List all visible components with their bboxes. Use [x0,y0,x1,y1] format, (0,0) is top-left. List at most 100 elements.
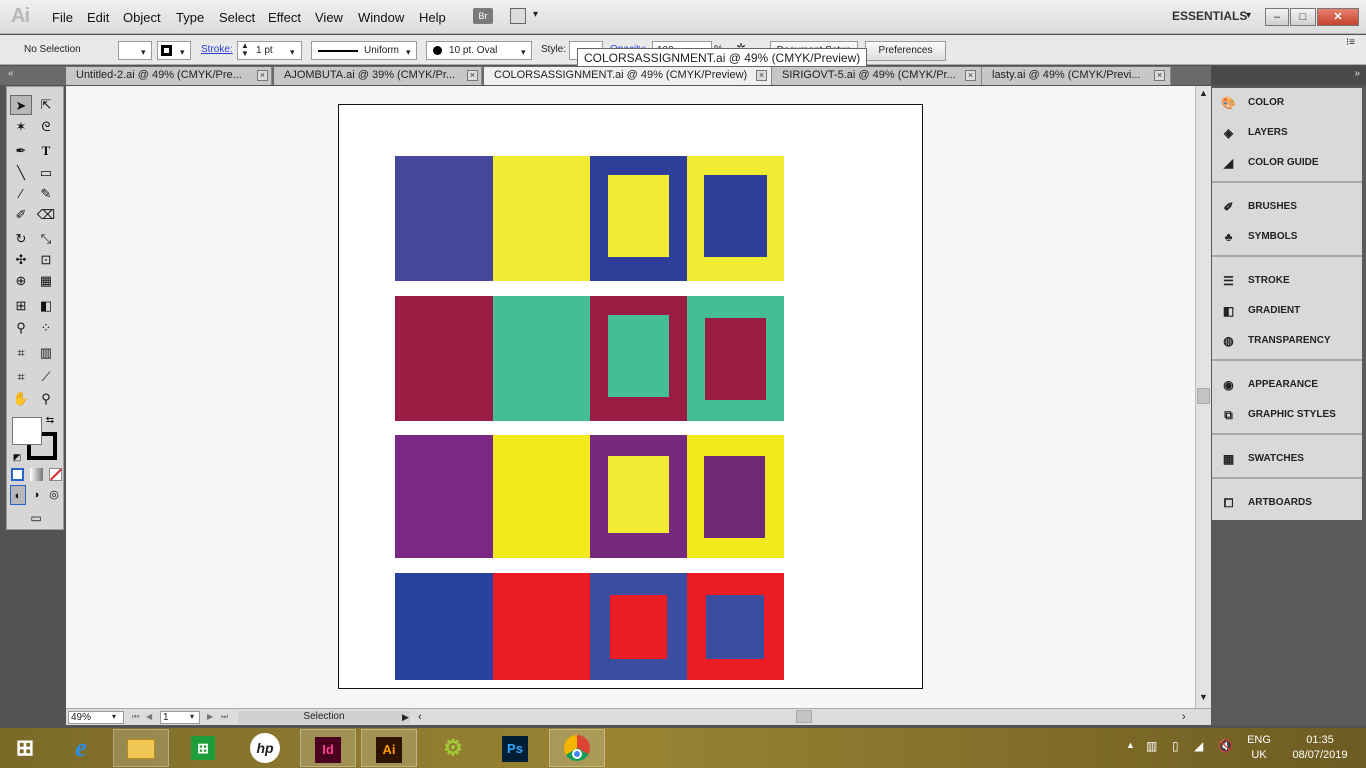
eyedropper-tool-icon[interactable]: ⚲ [10,318,32,338]
chevron-down-icon[interactable]: ▾ [190,711,194,724]
swap-colors-icon[interactable]: ⇆ [43,411,57,431]
screen-mode-icon[interactable]: ▭ [24,508,48,528]
close-tab-icon[interactable]: × [257,70,268,81]
free-transform-tool-icon[interactable]: ⊡ [35,250,57,270]
panel-symbols[interactable]: ♣ SYMBOLS [1212,223,1362,251]
panel-swatches[interactable]: ▦ SWATCHES [1212,445,1362,473]
tab-ajombuta[interactable]: AJOMBUTA.ai @ 39% (CMYK/Pr... × [274,67,482,85]
swatch-solid[interactable] [493,296,590,421]
gradient-mode-icon[interactable] [30,468,43,481]
internet-explorer-icon[interactable]: e [53,729,109,767]
menu-type[interactable]: Type [176,10,204,25]
close-tab-icon[interactable]: × [1154,70,1165,81]
menu-edit[interactable]: Edit [87,10,109,25]
network-icon[interactable]: ▥ [1146,739,1157,753]
warp-tool-icon[interactable]: ✣ [10,250,32,270]
menu-help[interactable]: Help [419,10,446,25]
slice-tool-icon[interactable]: ⟋ [35,367,57,387]
stroke-label[interactable]: Stroke: [201,44,233,55]
panel-layers[interactable]: ◈ LAYERS [1212,119,1362,147]
symbol-sprayer-tool-icon[interactable]: ⌗ [10,343,32,363]
rectangle-tool-icon[interactable]: ▭ [35,163,57,183]
draw-inside-icon[interactable]: ◎ [46,485,62,505]
stroke-swatch[interactable]: ▾ [157,41,191,60]
type-tool-icon[interactable]: T [35,141,57,161]
close-tab-icon[interactable]: × [467,70,478,81]
stepper-icon[interactable]: ▲ ▼ [241,42,249,58]
close-tab-icon[interactable]: × [965,70,976,81]
status-tool[interactable]: Selection [238,711,410,724]
panel-color-guide[interactable]: ◢ COLOR GUIDE [1212,149,1362,177]
perspective-grid-tool-icon[interactable]: ▦ [35,271,57,291]
swatch-inner[interactable] [704,456,765,538]
swatch-inner[interactable] [610,595,667,659]
close-tab-icon[interactable]: × [756,70,767,81]
illustrator-icon[interactable]: Ai [361,729,417,767]
gradient-tool-icon[interactable]: ◧ [35,296,57,316]
column-graph-tool-icon[interactable]: ▥ [35,343,57,363]
workspace-switcher[interactable]: ESSENTIALS [1172,9,1247,23]
panel-gradient[interactable]: ◧ GRADIENT [1212,297,1362,325]
swatch-solid[interactable] [395,296,493,421]
swatch-inner[interactable] [705,318,766,400]
tab-sirigovt-5[interactable]: SIRIGOVT-5.ai @ 49% (CMYK/Pr... × [772,67,982,85]
chrome-icon[interactable] [549,729,605,767]
tab-untitled-2[interactable]: Untitled-2.ai @ 49% (CMYK/Pre... × [66,67,272,85]
chevron-down-icon[interactable]: ▾ [533,9,538,20]
brush-definition[interactable]: 10 pt. Oval ▾ [426,41,532,60]
shape-builder-tool-icon[interactable]: ⊕ [10,271,32,291]
photoshop-icon[interactable]: Ps [487,729,543,767]
hp-icon[interactable]: hp [237,729,293,767]
panel-appearance[interactable]: ◉ APPEARANCE [1212,371,1362,399]
color-mode-icon[interactable] [11,468,24,481]
swatch-solid[interactable] [395,573,493,680]
tab-lasty[interactable]: lasty.ai @ 49% (CMYK/Previ... × [982,67,1171,85]
panel-brushes[interactable]: ✐ BRUSHES [1212,193,1362,221]
horizontal-scroll-thumb[interactable] [796,710,812,723]
artboard-tool-icon[interactable]: ⌗ [10,367,32,387]
tab-colorsassignment[interactable]: COLORSASSIGNMENT.ai @ 49% (CMYK/Preview)… [484,67,772,85]
expand-panels-icon[interactable]: » [1354,68,1360,79]
swatch-solid[interactable] [493,435,590,558]
arrange-documents-icon[interactable] [510,8,526,24]
pen-tool-icon[interactable]: ✒ [10,141,32,161]
scroll-thumb[interactable] [1197,388,1210,404]
mesh-tool-icon[interactable]: ⊞ [10,296,32,316]
draw-behind-icon[interactable]: ◑ [28,485,44,505]
system-clock[interactable]: 01:35 08/07/2019 [1280,733,1360,763]
scale-tool-icon[interactable]: ⤡ [35,229,57,249]
default-colors-icon[interactable]: ◩ [10,447,24,467]
wifi-icon[interactable]: ◢ [1194,739,1203,753]
store-icon[interactable]: ⊞ [175,729,231,767]
magic-wand-tool-icon[interactable]: ✶ [10,117,32,137]
preferences-button[interactable]: Preferences [865,41,946,61]
panel-transparency[interactable]: ◍ TRANSPARENCY [1212,327,1362,355]
menu-file[interactable]: File [52,10,73,25]
scroll-right-icon[interactable]: › [1182,711,1186,724]
menu-effect[interactable]: Effect [268,10,301,25]
fill-swatch[interactable]: ▾ [118,41,152,60]
scroll-up-icon[interactable]: ▲ [1199,88,1208,98]
status-menu-icon[interactable]: ▶ [402,711,409,724]
rotate-tool-icon[interactable]: ↻ [10,229,32,249]
hand-tool-icon[interactable]: ✋ [10,389,32,409]
swatch-inner[interactable] [608,315,669,397]
scroll-left-icon[interactable]: ‹ [418,711,422,724]
swatch-solid[interactable] [395,156,493,281]
lasso-tool-icon[interactable]: ᘓ [35,117,57,137]
blend-tool-icon[interactable]: ⁘ [35,318,57,338]
selection-tool-icon[interactable]: ➤ [10,95,32,115]
swatch-inner[interactable] [608,175,669,257]
direct-selection-tool-icon[interactable]: ⇱ [35,95,57,115]
collapse-toolbar-icon[interactable]: « [8,68,14,79]
menu-select[interactable]: Select [219,10,255,25]
vertical-scrollbar[interactable]: ▲ ▼ [1195,86,1211,708]
show-hidden-icons-icon[interactable]: ▲ [1126,740,1135,750]
panel-stroke[interactable]: ☰ STROKE [1212,267,1362,295]
battery-icon[interactable]: ▯ [1172,739,1179,753]
last-artboard-icon[interactable]: ⏭ [221,711,228,724]
close-button[interactable]: ✕ [1317,8,1359,26]
maximize-button[interactable]: □ [1290,8,1316,26]
swatch-solid[interactable] [493,156,590,281]
swatch-solid[interactable] [493,573,590,680]
